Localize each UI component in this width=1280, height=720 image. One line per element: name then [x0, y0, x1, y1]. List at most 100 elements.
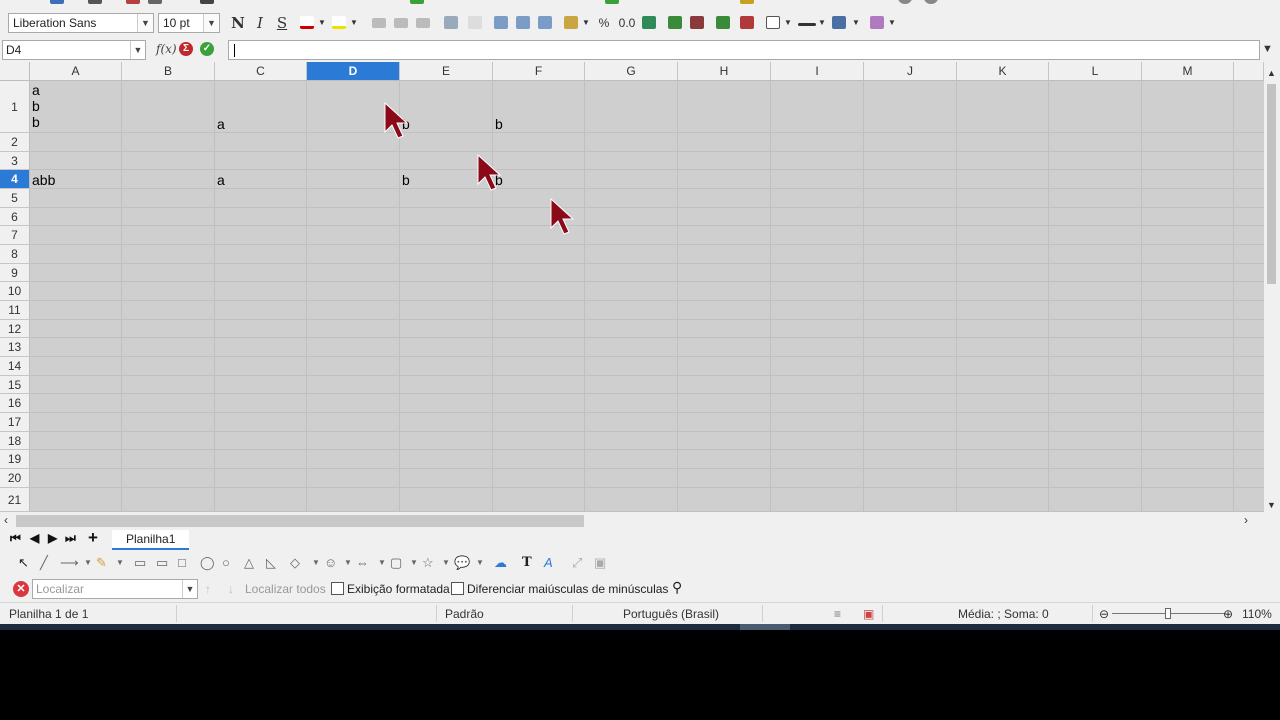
borders-icon[interactable] [766, 16, 780, 29]
callouts-icon[interactable]: 💬 [454, 555, 470, 571]
find-replace-icon[interactable]: ⚲ [672, 579, 682, 596]
column-header-i[interactable]: I [771, 62, 864, 81]
row-header-13[interactable]: 13 [0, 338, 30, 357]
taskbar-active-item[interactable] [740, 624, 790, 630]
align-center-icon[interactable] [394, 18, 408, 28]
comment-icon[interactable]: ☁ [494, 555, 507, 571]
percent-format-button[interactable]: % [596, 14, 612, 32]
select-pointer-icon[interactable]: ↖ [18, 555, 29, 571]
column-header-e[interactable]: E [400, 62, 493, 81]
select-all-corner[interactable] [0, 62, 30, 81]
flowchart-icon[interactable]: ▢ [390, 555, 402, 571]
delete-decimal-icon[interactable] [690, 16, 704, 29]
row-header-18[interactable]: 18 [0, 432, 30, 450]
column-header-m[interactable]: M [1142, 62, 1234, 81]
sidebar-icon[interactable] [924, 0, 938, 4]
line-icon[interactable]: ╱ [40, 555, 48, 571]
chevron-down-icon[interactable]: ▼ [350, 14, 358, 32]
find-all-button[interactable]: Localizar todos [245, 582, 326, 596]
right-triangle-icon[interactable]: ◺ [266, 555, 276, 571]
basic-shapes-icon[interactable]: ◇ [290, 555, 300, 571]
cut-icon[interactable] [200, 0, 214, 4]
cell-e4[interactable]: b [402, 172, 410, 188]
italic-button[interactable]: I [252, 14, 268, 32]
column-header-d[interactable]: D [307, 62, 400, 81]
underline-button[interactable]: S [274, 14, 290, 32]
chevron-down-icon[interactable]: ▼ [852, 14, 860, 32]
row-header-16[interactable]: 16 [0, 394, 30, 413]
font-name-combo[interactable]: Liberation Sans ▼ [8, 13, 154, 33]
align-bottom-icon[interactable] [538, 16, 552, 29]
column-header-j[interactable]: J [864, 62, 957, 81]
cell-a4[interactable]: abb [32, 172, 55, 188]
fontwork-icon[interactable]: A [544, 555, 553, 571]
prev-sheet-icon[interactable]: ◀ [30, 531, 39, 545]
chevron-down-icon[interactable]: ▼ [182, 580, 197, 598]
formula-input[interactable] [228, 40, 1260, 60]
match-case-checkbox[interactable] [451, 582, 464, 595]
scroll-right-icon[interactable]: › [1244, 513, 1248, 527]
wrap-text-icon[interactable] [444, 16, 458, 29]
chevron-down-icon[interactable]: ▼ [312, 555, 320, 571]
row-header-11[interactable]: 11 [0, 301, 30, 320]
row-header-8[interactable]: 8 [0, 245, 30, 264]
vertical-scrollbar[interactable]: ▲ ▼ [1264, 62, 1280, 512]
row-header-15[interactable]: 15 [0, 376, 30, 394]
help-icon[interactable] [898, 0, 912, 4]
column-header-c[interactable]: C [215, 62, 307, 81]
number-format-button[interactable]: 0.0 [616, 14, 638, 32]
zoom-level[interactable]: 110% [1242, 607, 1272, 621]
row-header-12[interactable]: 12 [0, 320, 30, 338]
sum-icon[interactable]: Σ [179, 42, 193, 56]
highlight-color-icon[interactable] [332, 16, 346, 29]
pdf-icon[interactable] [126, 0, 140, 4]
extrusion-icon[interactable]: ▣ [594, 555, 606, 571]
square-icon[interactable]: □ [178, 555, 186, 571]
symbol-shapes-icon[interactable]: ☺ [324, 555, 337, 571]
row-header-1[interactable]: 1 [0, 81, 30, 133]
chevron-down-icon[interactable]: ▼ [116, 555, 124, 571]
scroll-up-icon[interactable]: ▲ [1267, 68, 1276, 78]
row-header-17[interactable]: 17 [0, 413, 30, 432]
column-header-b[interactable]: B [122, 62, 215, 81]
arrow-line-icon[interactable]: ⟶ [60, 555, 79, 571]
align-top-icon[interactable] [494, 16, 508, 29]
align-middle-icon[interactable] [516, 16, 530, 29]
add-decimal-icon[interactable] [668, 16, 682, 29]
chevron-down-icon[interactable]: ▼ [318, 14, 326, 32]
scroll-left-icon[interactable]: ‹ [4, 513, 8, 527]
selection-mode-icon[interactable]: ≡ [834, 607, 841, 621]
cell-c4[interactable]: a [217, 172, 225, 188]
column-header-f[interactable]: F [493, 62, 585, 81]
row-header-6[interactable]: 6 [0, 208, 30, 226]
date-format-icon[interactable] [642, 16, 656, 29]
bold-button[interactable]: N [230, 14, 246, 32]
accept-icon[interactable]: ✓ [200, 42, 214, 56]
find-previous-icon[interactable]: ↑ [205, 582, 211, 596]
save-icon[interactable] [50, 0, 64, 4]
column-header-a[interactable]: A [30, 62, 122, 81]
zoom-out-icon[interactable]: ⊖ [1099, 607, 1109, 621]
chevron-down-icon[interactable]: ▼ [410, 555, 418, 571]
row-header-21[interactable]: 21 [0, 488, 30, 512]
align-right-icon[interactable] [416, 18, 430, 28]
border-color-icon[interactable] [832, 16, 846, 29]
chevron-down-icon[interactable]: ▼ [582, 14, 590, 32]
chevron-down-icon[interactable]: ▼ [344, 555, 352, 571]
find-next-icon[interactable]: ↓ [228, 582, 234, 596]
curve-icon[interactable]: ✎ [96, 555, 107, 571]
row-header-5[interactable]: 5 [0, 189, 30, 208]
chevron-down-icon[interactable]: ▼ [818, 14, 826, 32]
chevron-down-icon[interactable]: ▼ [888, 14, 896, 32]
sheet-tab-planilha1[interactable]: Planilha1 [112, 530, 190, 550]
insert-chart-icon[interactable] [605, 0, 619, 4]
add-sheet-button[interactable]: + [88, 528, 98, 548]
row-header-2[interactable]: 2 [0, 133, 30, 152]
horizontal-scrollbar[interactable]: ‹ › [0, 512, 1264, 530]
insert-image-icon[interactable] [740, 0, 754, 4]
print-icon[interactable] [148, 0, 162, 4]
undo-icon[interactable] [410, 0, 424, 4]
cell-c1[interactable]: a [217, 116, 225, 132]
sum-info[interactable]: Média: ; Soma: 0 [958, 607, 1049, 621]
circle-icon[interactable]: ○ [222, 555, 230, 571]
